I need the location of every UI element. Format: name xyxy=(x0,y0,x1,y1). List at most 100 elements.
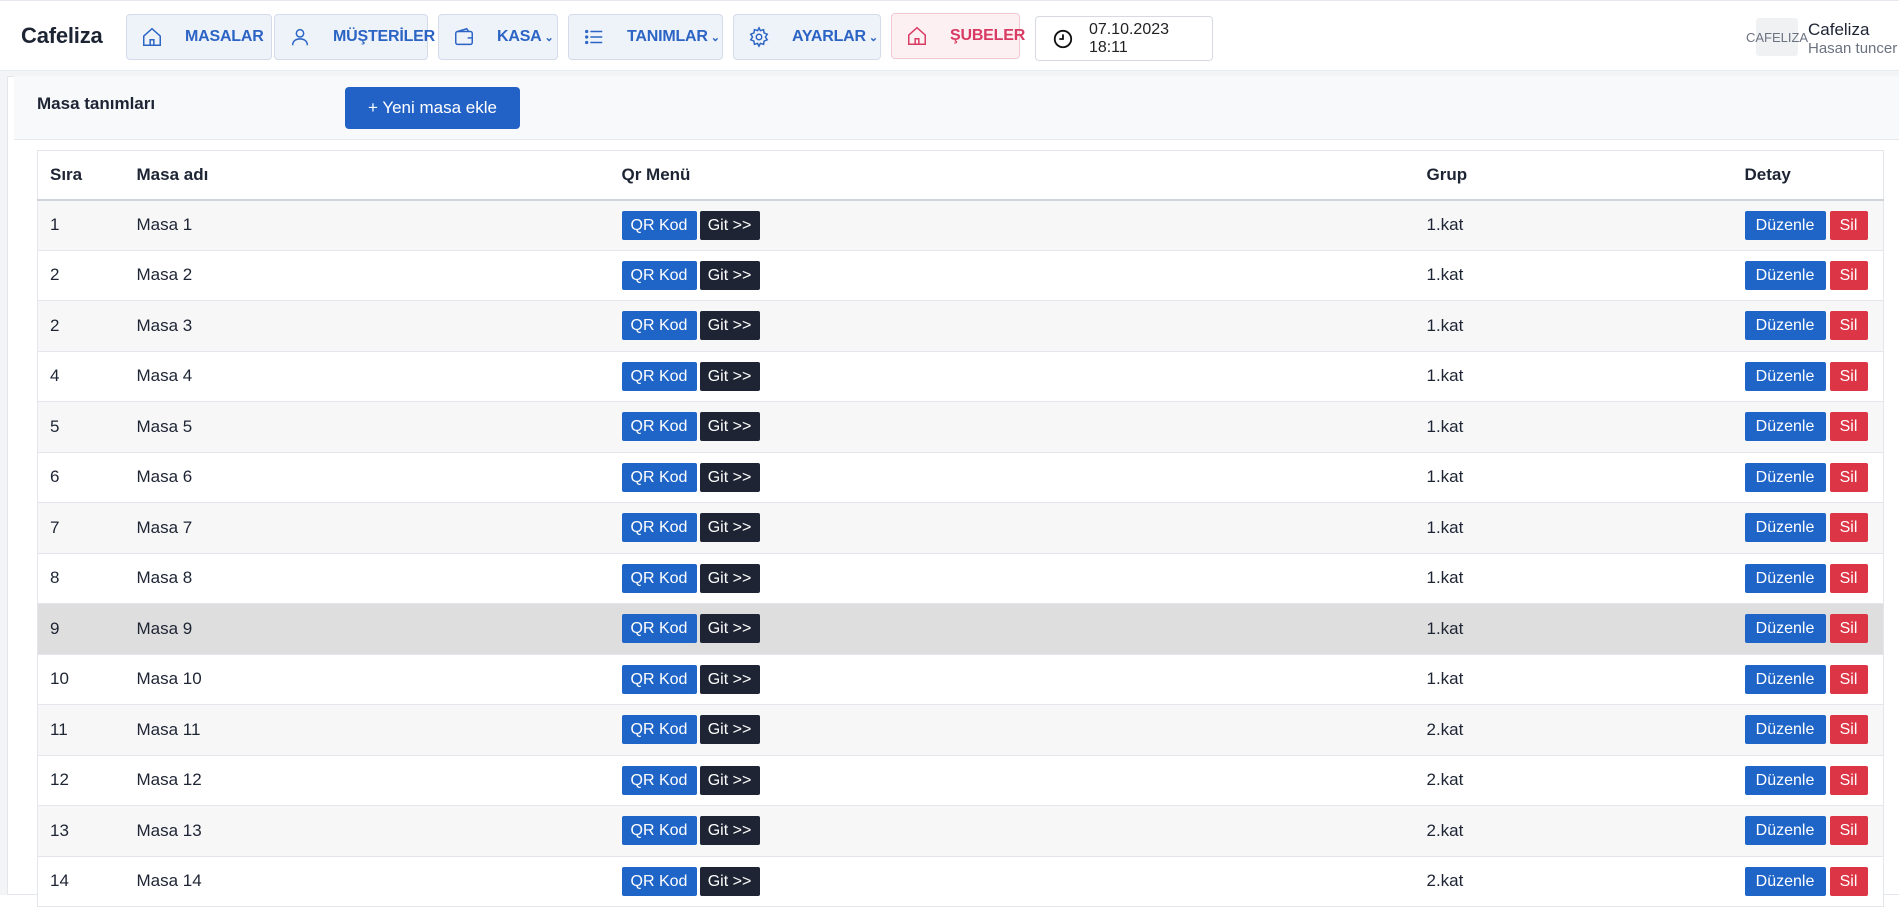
nav-musteriler-button[interactable]: MÜŞTERİLER xyxy=(274,14,435,60)
edit-button[interactable]: Düzenle xyxy=(1744,412,1826,442)
qr-code-button[interactable]: QR Kod xyxy=(621,664,697,694)
go-button[interactable]: Git >> xyxy=(699,765,760,795)
qr-code-button[interactable]: QR Kod xyxy=(621,765,697,795)
edit-button[interactable]: Düzenle xyxy=(1744,361,1826,391)
card-header xyxy=(14,76,1899,140)
edit-button[interactable]: Düzenle xyxy=(1744,513,1826,543)
edit-button[interactable]: Düzenle xyxy=(1744,614,1826,644)
table-row[interactable]: 4 Masa 4 QR Kod Git >> 1.kat Düzenle Sil xyxy=(37,351,1884,402)
chevron-down-icon: ⌄ xyxy=(710,31,720,44)
cell-sira: 9 xyxy=(37,603,125,655)
column-header-masa-adi[interactable]: Masa adı xyxy=(124,150,610,201)
table-row[interactable]: 5 Masa 5 QR Kod Git >> 1.kat Düzenle Sil xyxy=(37,401,1884,453)
go-button[interactable]: Git >> xyxy=(699,311,760,341)
cell-detay: Düzenle Sil xyxy=(1732,603,1884,655)
qr-code-button[interactable]: QR Kod xyxy=(621,361,697,391)
edit-button[interactable]: Düzenle xyxy=(1744,866,1826,896)
top-navbar: Cafeliza MASALAR MÜŞTERİLER KASA ⌄ TANIM… xyxy=(0,0,1899,71)
qr-code-button[interactable]: QR Kod xyxy=(621,614,697,644)
delete-button[interactable]: Sil xyxy=(1829,715,1868,745)
edit-button[interactable]: Düzenle xyxy=(1744,210,1826,240)
edit-button[interactable]: Düzenle xyxy=(1744,563,1826,593)
go-button[interactable]: Git >> xyxy=(699,816,760,846)
qr-code-button[interactable]: QR Kod xyxy=(621,563,697,593)
delete-button[interactable]: Sil xyxy=(1829,513,1868,543)
nav-ayarlar-button[interactable]: AYARLAR ⌄ xyxy=(733,14,881,60)
table-row[interactable]: 7 Masa 7 QR Kod Git >> 1.kat Düzenle Sil xyxy=(37,502,1884,554)
cell-qr-menu: QR Kod Git >> xyxy=(609,300,1415,352)
table-row[interactable]: 12 Masa 12 QR Kod Git >> 2.kat Düzenle Sil xyxy=(37,755,1884,806)
table-row[interactable]: 9 Masa 9 QR Kod Git >> 1.kat Düzenle Sil xyxy=(37,603,1884,655)
edit-button[interactable]: Düzenle xyxy=(1744,462,1826,492)
table-row[interactable]: 2 Masa 3 QR Kod Git >> 1.kat Düzenle Sil xyxy=(37,300,1884,352)
edit-button[interactable]: Düzenle xyxy=(1744,664,1826,694)
table-row[interactable]: 10 Masa 10 QR Kod Git >> 1.kat Düzenle Sil xyxy=(37,654,1884,705)
delete-button[interactable]: Sil xyxy=(1829,765,1868,795)
cell-detay: Düzenle Sil xyxy=(1732,351,1884,402)
delete-button[interactable]: Sil xyxy=(1829,614,1868,644)
delete-button[interactable]: Sil xyxy=(1829,563,1868,593)
go-button[interactable]: Git >> xyxy=(699,866,760,896)
delete-button[interactable]: Sil xyxy=(1829,311,1868,341)
qr-code-button[interactable]: QR Kod xyxy=(621,311,697,341)
qr-code-button[interactable]: QR Kod xyxy=(621,513,697,543)
delete-button[interactable]: Sil xyxy=(1829,210,1868,240)
add-table-button[interactable]: + Yeni masa ekle xyxy=(345,87,520,129)
table-row[interactable]: 6 Masa 6 QR Kod Git >> 1.kat Düzenle Sil xyxy=(37,452,1884,503)
avatar[interactable]: CAFELIZA xyxy=(1746,18,1808,56)
cell-sira: 6 xyxy=(37,452,125,503)
edit-button[interactable]: Düzenle xyxy=(1744,260,1826,290)
qr-code-button[interactable]: QR Kod xyxy=(621,210,697,240)
edit-button[interactable]: Düzenle xyxy=(1744,765,1826,795)
chevron-down-icon: ⌄ xyxy=(544,31,554,44)
qr-code-button[interactable]: QR Kod xyxy=(621,866,697,896)
qr-code-button[interactable]: QR Kod xyxy=(621,412,697,442)
go-button[interactable]: Git >> xyxy=(699,210,760,240)
delete-button[interactable]: Sil xyxy=(1829,260,1868,290)
column-header-sira[interactable]: Sıra xyxy=(37,150,125,201)
nav-kasa-label: KASA xyxy=(497,28,542,45)
nav-masalar-label: MASALAR xyxy=(185,28,264,45)
go-button[interactable]: Git >> xyxy=(699,260,760,290)
brand-logo[interactable]: Cafeliza xyxy=(21,23,103,49)
cell-masa-adi: Masa 5 xyxy=(124,401,610,453)
nav-subeler-button[interactable]: ŞUBELER xyxy=(891,13,1025,59)
go-button[interactable]: Git >> xyxy=(699,715,760,745)
edit-button[interactable]: Düzenle xyxy=(1744,311,1826,341)
delete-button[interactable]: Sil xyxy=(1829,361,1868,391)
nav-kasa-button[interactable]: KASA ⌄ xyxy=(438,14,558,60)
go-button[interactable]: Git >> xyxy=(699,412,760,442)
go-button[interactable]: Git >> xyxy=(699,513,760,543)
user-name[interactable]: Cafeliza xyxy=(1808,20,1869,40)
go-button[interactable]: Git >> xyxy=(699,614,760,644)
column-header-grup[interactable]: Grup xyxy=(1414,150,1733,201)
go-button[interactable]: Git >> xyxy=(699,563,760,593)
table-row[interactable]: 1 Masa 1 QR Kod Git >> 1.kat Düzenle Sil xyxy=(37,199,1884,251)
delete-button[interactable]: Sil xyxy=(1829,462,1868,492)
column-header-detay[interactable]: Detay xyxy=(1732,150,1884,201)
edit-button[interactable]: Düzenle xyxy=(1744,715,1826,745)
go-button[interactable]: Git >> xyxy=(699,462,760,492)
table-row[interactable]: 8 Masa 8 QR Kod Git >> 1.kat Düzenle Sil xyxy=(37,553,1884,604)
qr-code-button[interactable]: QR Kod xyxy=(621,260,697,290)
go-button[interactable]: Git >> xyxy=(699,361,760,391)
qr-code-button[interactable]: QR Kod xyxy=(621,816,697,846)
table-row[interactable]: 11 Masa 11 QR Kod Git >> 2.kat Düzenle Sil xyxy=(37,704,1884,756)
cell-masa-adi: Masa 6 xyxy=(124,452,610,503)
table-row[interactable]: 14 Masa 14 QR Kod Git >> 2.kat Düzenle Sil xyxy=(37,856,1884,907)
delete-button[interactable]: Sil xyxy=(1829,816,1868,846)
nav-masalar-button[interactable]: MASALAR xyxy=(126,14,272,60)
cell-detay: Düzenle Sil xyxy=(1732,805,1884,857)
delete-button[interactable]: Sil xyxy=(1829,412,1868,442)
qr-code-button[interactable]: QR Kod xyxy=(621,715,697,745)
edit-button[interactable]: Düzenle xyxy=(1744,816,1826,846)
qr-code-button[interactable]: QR Kod xyxy=(621,462,697,492)
nav-tanimlar-button[interactable]: TANIMLAR ⌄ xyxy=(568,14,723,60)
table-row[interactable]: 2 Masa 2 QR Kod Git >> 1.kat Düzenle Sil xyxy=(37,250,1884,301)
delete-button[interactable]: Sil xyxy=(1829,866,1868,896)
cell-qr-menu: QR Kod Git >> xyxy=(609,401,1415,453)
go-button[interactable]: Git >> xyxy=(699,664,760,694)
delete-button[interactable]: Sil xyxy=(1829,664,1868,694)
column-header-qr-menu[interactable]: Qr Menü xyxy=(609,150,1415,201)
table-row[interactable]: 13 Masa 13 QR Kod Git >> 2.kat Düzenle Sil xyxy=(37,805,1884,857)
